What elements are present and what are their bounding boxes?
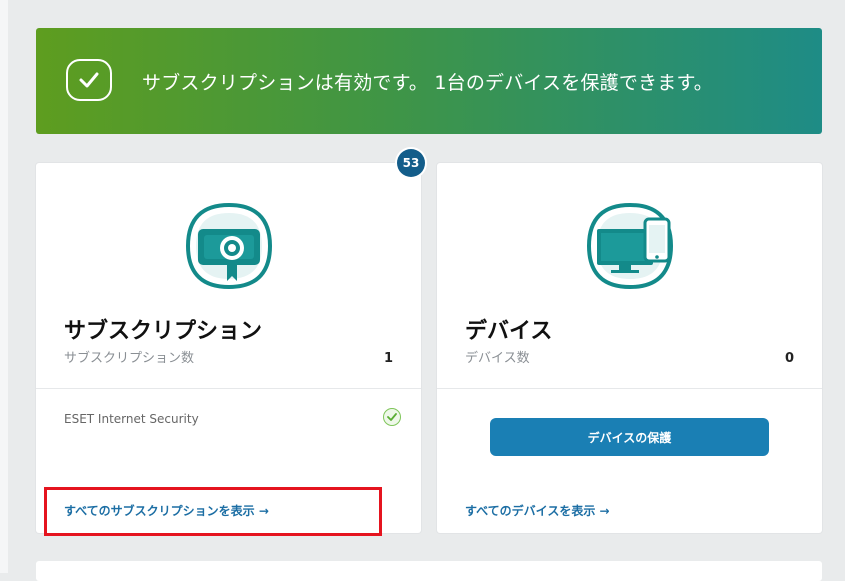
subscription-count: 1: [383, 351, 393, 366]
certificate-icon: [185, 202, 272, 290]
view-all-subscriptions-link[interactable]: すべてのサブスクリプションを表示 →: [64, 502, 269, 519]
banner-message: サブスクリプションは有効です。 1台のデバイスを保護できます。: [142, 72, 713, 94]
next-card: [36, 561, 822, 581]
check-icon: [66, 59, 112, 101]
devices-count: 0: [784, 351, 794, 366]
devices-card: デバイス デバイス数 0 デバイスの保護 すべてのデバイスを表示 →: [437, 163, 822, 533]
devices-icon: [586, 202, 673, 290]
devices-card-title: デバイス: [465, 319, 553, 344]
view-all-devices-link[interactable]: すべてのデバイスを表示 →: [465, 502, 610, 519]
check-circle-icon: [383, 408, 401, 426]
subscription-count-label: サブスクリプション数: [64, 351, 195, 366]
card-divider: [437, 388, 822, 389]
subscription-item-name: ESET Internet Security: [64, 412, 199, 426]
page-left-edge: [0, 0, 8, 573]
protect-device-button[interactable]: デバイスの保護: [490, 418, 769, 456]
subscription-card: サブスクリプション サブスクリプション数 1 ESET Internet Sec…: [36, 163, 421, 533]
card-divider: [36, 388, 421, 389]
subscription-card-title: サブスクリプション: [64, 319, 263, 344]
devices-count-label: デバイス数: [465, 351, 530, 366]
notification-badge: 53: [397, 149, 425, 177]
